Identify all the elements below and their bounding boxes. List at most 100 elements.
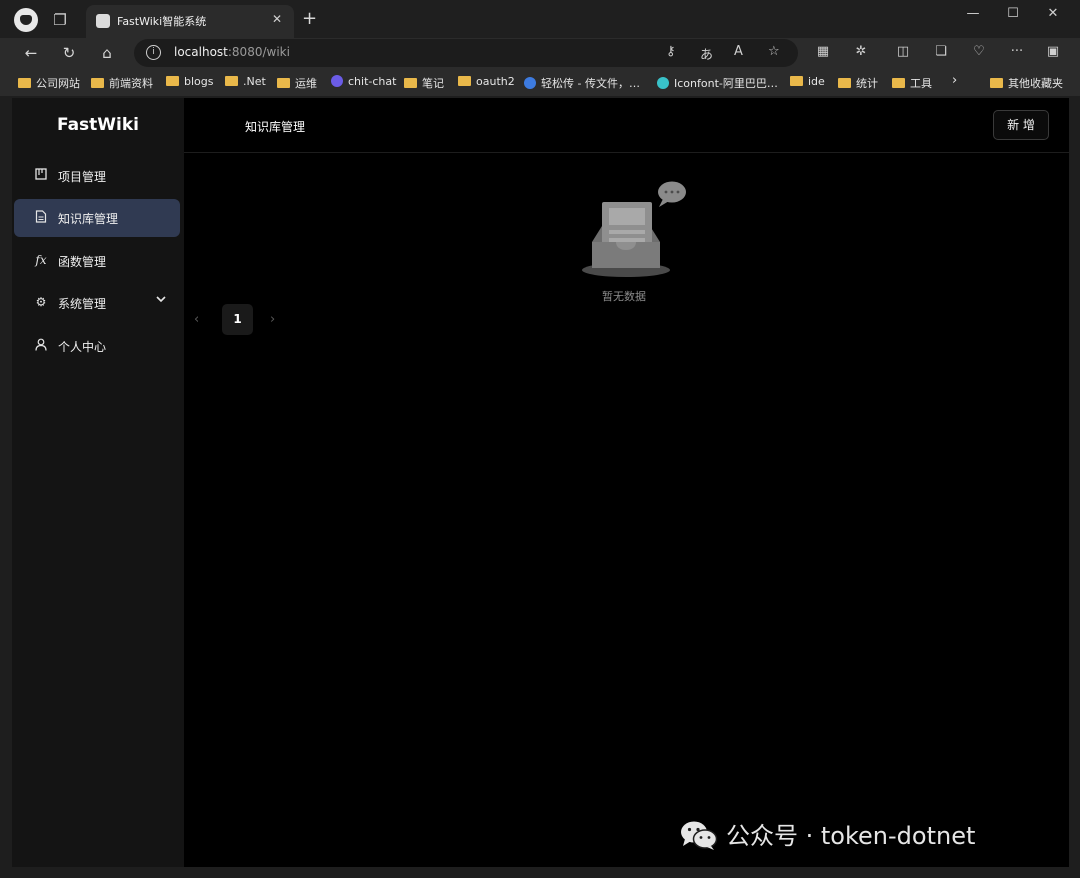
bookmark-label: 笔记 [422, 77, 444, 90]
favorite-star-icon[interactable]: ☆ [768, 44, 780, 59]
folder-icon [990, 78, 1003, 88]
bookmark-item[interactable]: 轻松传 - 传文件，… [524, 75, 640, 91]
function-icon: fx [35, 253, 47, 267]
bookmarks-overflow-icon[interactable]: › [952, 73, 957, 88]
pagination-next-icon[interactable]: › [270, 312, 275, 327]
url-path: :8080/wiki [227, 45, 290, 59]
bookmark-label: oauth2 [476, 75, 515, 88]
gear-icon: ⚙ [35, 295, 47, 309]
refresh-icon[interactable]: ↻ [57, 42, 81, 64]
bookmark-item[interactable]: oauth2 [458, 75, 515, 88]
sidebar-item-system[interactable]: ⚙ 系统管理 [14, 284, 180, 322]
watermark-text: 公众号 · token-dotnet [726, 822, 976, 850]
bookmark-label: ide [808, 75, 825, 88]
more-options-icon[interactable]: ··· [1007, 44, 1027, 59]
profile-avatar-icon[interactable] [14, 8, 38, 32]
page-viewport: FastWiki 项目管理 知识库管理 fx 函数管理 ⚙ 系统管理 个人中心 … [12, 98, 1069, 867]
add-button[interactable]: 新 增 [993, 110, 1049, 140]
chat-icon [331, 75, 343, 87]
watermark: 公众号 · token-dotnet [680, 816, 975, 851]
new-tab-icon[interactable]: + [302, 8, 317, 30]
folder-icon [838, 78, 851, 88]
bookmark-label: 前端资料 [109, 77, 153, 90]
extensions-icon[interactable]: ✲ [851, 44, 871, 59]
document-icon [34, 210, 48, 224]
bookmark-item[interactable]: blogs [166, 75, 213, 88]
address-bar-row: ← ↻ ⌂ i localhost:8080/wiki ⚷ あ A ☆ ▦ ✲ … [0, 38, 1080, 68]
folder-icon [892, 78, 905, 88]
collections-icon[interactable]: ❏ [931, 44, 951, 59]
bookmark-label: 其他收藏夹 [1008, 77, 1063, 90]
sidebar-item-label: 函数管理 [58, 255, 107, 269]
maximize-icon[interactable]: ☐ [998, 6, 1028, 21]
bookmark-item[interactable]: .Net [225, 75, 266, 88]
bookmark-label: 运维 [295, 77, 317, 90]
folder-icon [166, 76, 179, 86]
key-icon[interactable]: ⚷ [666, 44, 676, 59]
sidebar-item-label: 系统管理 [58, 297, 107, 311]
folder-icon [91, 78, 104, 88]
workspaces-icon[interactable]: ❐ [50, 10, 70, 30]
sidebar-item-functions[interactable]: fx 函数管理 [14, 242, 180, 280]
split-screen-icon[interactable]: ◫ [893, 44, 913, 59]
empty-state-text: 暂无数据 [602, 290, 646, 303]
bookmark-label: 工具 [910, 77, 932, 90]
user-icon [34, 338, 48, 352]
bookmark-item[interactable]: chit-chat [331, 75, 396, 88]
sidebar-item-label: 项目管理 [58, 170, 107, 184]
back-icon[interactable]: ← [19, 42, 43, 64]
bookmark-label: 统计 [856, 77, 878, 90]
performance-icon[interactable]: ♡ [969, 44, 989, 59]
chevron-down-icon[interactable] [156, 293, 166, 306]
bookmark-item[interactable]: 前端资料 [91, 75, 153, 91]
bookmark-item[interactable]: 工具 [892, 75, 932, 91]
tab-close-icon[interactable]: ✕ [272, 12, 282, 26]
translate-icon[interactable]: あ [700, 44, 713, 63]
sidebar-toggle-icon[interactable]: ▣ [1043, 44, 1063, 59]
browser-tab[interactable]: FastWiki智能系统 ✕ [86, 5, 294, 38]
empty-state: 暂无数据 [582, 180, 692, 305]
qr-code-icon[interactable]: ▦ [813, 44, 833, 59]
iconfont-icon [657, 77, 669, 89]
tab-title: FastWiki智能系统 [117, 15, 207, 28]
main-content: 知识库管理 新 增 暂无数据 ‹ 1 › [184, 98, 1069, 867]
bookmark-label: chit-chat [348, 75, 397, 88]
pagination-current-page[interactable]: 1 [222, 304, 253, 335]
bookmark-label: .Net [243, 75, 266, 88]
address-bar[interactable]: i localhost:8080/wiki ⚷ あ A ☆ [134, 39, 798, 67]
folder-icon [790, 76, 803, 86]
upload-icon [524, 77, 536, 89]
browser-tab-bar: ❐ FastWiki智能系统 ✕ + — ☐ ✕ [0, 0, 1080, 38]
url-text[interactable]: localhost:8080/wiki [174, 45, 290, 59]
screen: ❐ FastWiki智能系统 ✕ + — ☐ ✕ ← ↻ ⌂ i localho… [0, 0, 1080, 878]
bookmark-item[interactable]: 其他收藏夹 [990, 75, 1063, 91]
site-info-icon[interactable]: i [146, 45, 161, 60]
bookmark-item[interactable]: ide [790, 75, 825, 88]
read-aloud-icon[interactable]: A [734, 44, 743, 59]
sidebar-item-profile[interactable]: 个人中心 [14, 327, 180, 365]
pagination-prev-icon[interactable]: ‹ [194, 312, 199, 327]
folder-icon [404, 78, 417, 88]
bookmark-item[interactable]: 笔记 [404, 75, 444, 91]
sidebar-item-projects[interactable]: 项目管理 [14, 157, 180, 195]
folder-icon [277, 78, 290, 88]
url-host: localhost [174, 45, 228, 59]
home-icon[interactable]: ⌂ [95, 42, 119, 64]
bookmarks-bar: 公司网站 前端资料 blogs .Net 运维 chit-chat 笔记 oau… [0, 68, 1080, 96]
close-window-icon[interactable]: ✕ [1038, 6, 1068, 21]
folder-icon [18, 78, 31, 88]
project-icon [34, 168, 48, 182]
page-title: 知识库管理 [245, 120, 306, 134]
folder-icon [225, 76, 238, 86]
sidebar-item-label: 知识库管理 [58, 212, 119, 226]
page-header: 知识库管理 新 增 [184, 98, 1069, 153]
empty-inbox-icon [582, 181, 686, 277]
bookmark-label: 轻松传 - 传文件，… [541, 77, 640, 90]
bookmark-label: blogs [184, 75, 214, 88]
bookmark-item[interactable]: 公司网站 [18, 75, 80, 91]
bookmark-item[interactable]: 运维 [277, 75, 317, 91]
bookmark-item[interactable]: Iconfont-阿里巴巴… [657, 75, 778, 91]
sidebar-item-knowledge-base[interactable]: 知识库管理 [14, 199, 180, 237]
bookmark-item[interactable]: 统计 [838, 75, 878, 91]
minimize-icon[interactable]: — [958, 6, 988, 21]
